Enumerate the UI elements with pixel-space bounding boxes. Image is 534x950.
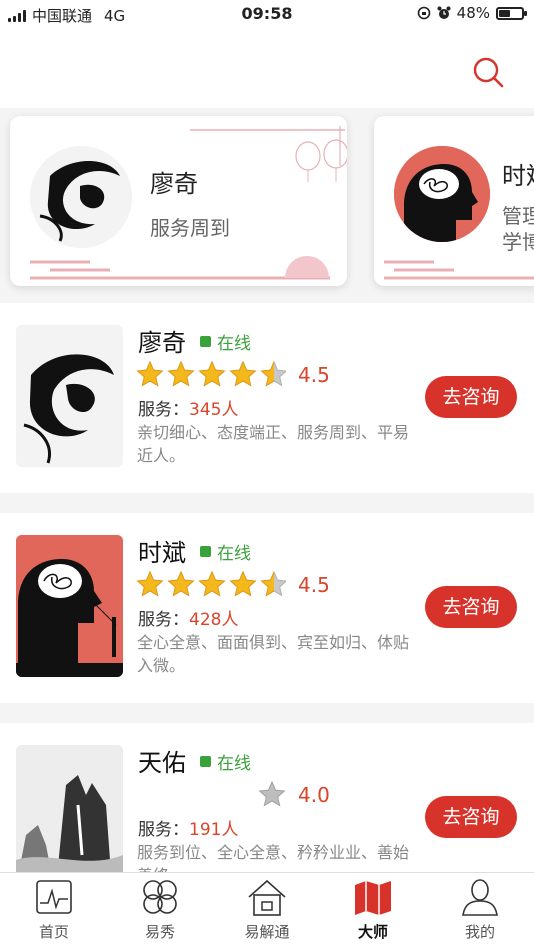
star-icon xyxy=(198,571,226,597)
list-item[interactable]: 廖奇 在线 4.5 服务：345人 亲切细心、态度端正、服务周到、平易近人。 去… xyxy=(0,303,534,493)
featured-name-2: 时斌 xyxy=(502,162,534,190)
consult-button[interactable]: 去咨询 xyxy=(425,376,517,418)
master-desc: 全心全意、面面俱到、宾至如归、体贴入微。 xyxy=(137,633,410,675)
rating-stars xyxy=(136,571,286,597)
service-label: 服务： xyxy=(138,820,189,840)
online-dot-icon xyxy=(200,756,211,767)
tab-mine[interactable]: 我的 xyxy=(440,877,520,942)
brain-art-icon xyxy=(394,146,490,242)
online-status: 在线 xyxy=(200,749,251,774)
ink-brush-art-icon xyxy=(16,325,123,467)
alarm-icon xyxy=(437,6,451,19)
master-name: 天佑 xyxy=(138,749,186,777)
service-count: 服务：428人 xyxy=(138,605,238,630)
landscape-art-icon xyxy=(16,745,123,887)
tab-label: 易秀 xyxy=(144,923,175,941)
header xyxy=(0,28,534,108)
tab-yijietong[interactable]: 易解通 xyxy=(227,877,307,942)
status-label: 在线 xyxy=(217,754,251,774)
rating-stars xyxy=(258,781,286,807)
lantern-decoration-icon xyxy=(190,126,347,182)
star-icon xyxy=(229,571,257,597)
master-photo xyxy=(16,325,123,467)
status-bar: 中国联通 4G 09:58 48% xyxy=(0,0,534,28)
featured-desc: 服务周到 xyxy=(150,216,230,240)
master-photo xyxy=(16,535,123,677)
tab-home[interactable]: 首页 xyxy=(14,877,94,942)
list-item[interactable]: 时斌 在线 4.5 服务：428人 全心全意、面面俱到、宾至如归、体贴入微。 去… xyxy=(0,513,534,703)
star-icon xyxy=(260,571,286,597)
tab-master[interactable]: 大师 xyxy=(333,877,413,942)
service-number: 428人 xyxy=(189,610,239,630)
online-status: 在线 xyxy=(200,329,251,354)
service-count: 服务：345人 xyxy=(138,395,238,420)
tab-label: 首页 xyxy=(38,923,69,941)
home-chart-icon xyxy=(36,880,72,914)
clover-icon xyxy=(143,880,177,914)
online-dot-icon xyxy=(200,546,211,557)
status-right: 48% xyxy=(417,4,527,22)
service-label: 服务： xyxy=(138,400,189,420)
service-count: 服务：191人 xyxy=(138,815,238,840)
tab-label: 易解通 xyxy=(244,923,290,941)
master-photo xyxy=(16,745,123,887)
star-icon xyxy=(260,361,286,387)
service-number: 191人 xyxy=(189,820,239,840)
service-number: 345人 xyxy=(189,400,239,420)
user-icon xyxy=(462,879,498,916)
online-status: 在线 xyxy=(200,539,251,564)
brain-art-icon xyxy=(16,535,123,677)
battery-percent: 48% xyxy=(456,4,490,22)
status-label: 在线 xyxy=(217,544,251,564)
featured-avatar xyxy=(30,146,132,248)
tab-label: 大师 xyxy=(357,923,388,941)
map-icon xyxy=(355,881,391,915)
rating-value: 4.0 xyxy=(298,783,330,807)
master-desc: 亲切细心、态度端正、服务周到、平易近人。 xyxy=(137,423,410,465)
master-name: 时斌 xyxy=(138,539,186,567)
star-icon xyxy=(229,361,257,387)
star-icon xyxy=(136,571,164,597)
star-icon xyxy=(136,361,164,387)
star-icon xyxy=(167,361,195,387)
service-label: 服务： xyxy=(138,610,189,630)
house-icon xyxy=(248,879,286,916)
online-dot-icon xyxy=(200,336,211,347)
featured-desc-2a: 管理 xyxy=(502,204,534,228)
rating-stars xyxy=(136,361,286,387)
star-icon xyxy=(258,781,286,807)
list-item[interactable]: 天佑 在线 4.0 服务：191人 服务到位、全心全意、矜矜业业、善始善终。 去… xyxy=(0,723,534,887)
featured-name: 廖奇 xyxy=(150,170,198,198)
featured-avatar-2 xyxy=(394,146,490,242)
tab-label: 我的 xyxy=(464,923,495,941)
rating-value: 4.5 xyxy=(298,573,330,597)
tab-bar: 首页 易秀 易解通 大师 我的 xyxy=(0,872,534,950)
battery-icon xyxy=(496,6,527,20)
ink-brush-art-icon xyxy=(30,146,132,248)
rating-value: 4.5 xyxy=(298,363,330,387)
featured-carousel[interactable]: 廖奇 服务周到 时斌 管理 学博 xyxy=(0,108,534,300)
cloud-decoration-2-icon xyxy=(384,260,534,280)
master-name: 廖奇 xyxy=(138,329,186,357)
tab-yixiu[interactable]: 易秀 xyxy=(120,877,200,942)
featured-card[interactable]: 廖奇 服务周到 xyxy=(10,116,347,286)
app-screen: 中国联通 4G 09:58 48% 廖奇 服务周到 时 管理 学博 廖奇 在线 … xyxy=(0,0,534,950)
star-icon xyxy=(167,571,195,597)
status-label: 在线 xyxy=(217,334,251,354)
featured-card-2[interactable]: 时斌 管理 学博 xyxy=(374,116,534,286)
rotation-lock-icon xyxy=(417,6,430,20)
cloud-decoration-icon xyxy=(30,256,330,280)
consult-button[interactable]: 去咨询 xyxy=(425,586,517,628)
star-icon xyxy=(198,361,226,387)
search-icon[interactable] xyxy=(472,56,504,88)
consult-button[interactable]: 去咨询 xyxy=(425,796,517,838)
